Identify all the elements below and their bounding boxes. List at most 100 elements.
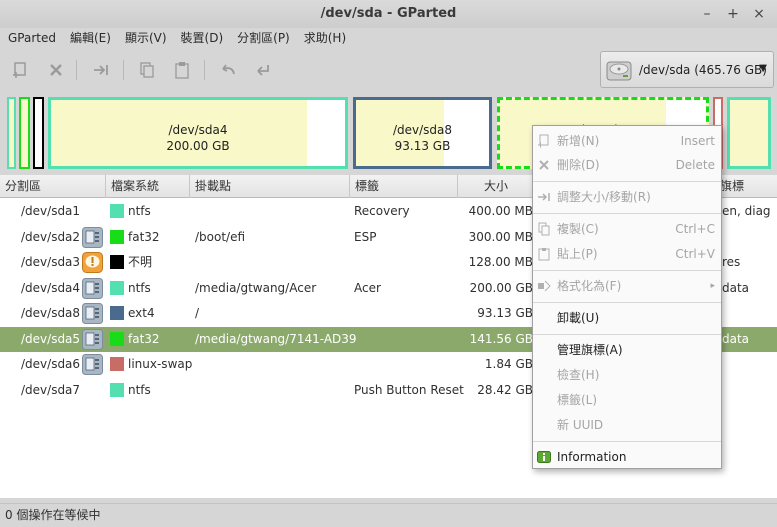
apply-icon[interactable] [251,58,275,82]
filesystem-color-swatch [110,229,124,244]
locked-partition-icon [82,277,103,299]
col-label[interactable]: 標籤 [350,175,458,198]
menu-device[interactable]: 裝置(D) [173,28,230,50]
menu-help[interactable]: 求助(H) [296,28,352,50]
format-icon [538,280,551,292]
new-icon [538,134,549,148]
menu-edit[interactable]: 編輯(E) [62,28,117,50]
partition-name: /dev/sda7 [21,382,81,397]
col-partition[interactable]: 分割區 [0,175,106,198]
chevron-down-icon: ▼ [759,63,767,74]
filesystem: ntfs [128,382,151,397]
status-bar: 0 個操作在等候中 [0,503,777,527]
partition-name: /dev/sda1 [21,204,81,218]
menu-label: 管理旗標(A) [557,343,623,357]
filesystem-color-swatch [110,306,124,320]
disk-map-sda2[interactable] [19,97,30,169]
filesystem-color-swatch [110,280,124,295]
menu-delete[interactable]: 刪除(D) Delete [533,153,721,177]
disk-map-sda3[interactable] [33,97,44,169]
partition-name: /dev/sda3 [21,255,81,269]
menu-format-as[interactable]: 格式化為(F) ▸ [533,274,721,298]
menu-copy[interactable]: 複製(C) Ctrl+C [533,217,721,241]
locked-partition-icon [82,226,103,248]
delete-icon[interactable] [44,58,68,82]
menu-label: 複製(C) [557,222,599,236]
minimize-button[interactable]: – [697,4,717,24]
partition-size: 28.42 GB [477,382,533,397]
partition-size: 400.00 MB [468,204,533,218]
close-button[interactable]: × [749,4,769,24]
filesystem: fat32 [128,229,160,244]
maximize-button[interactable]: + [723,4,743,24]
partition-name: /dev/sda6 [21,357,81,371]
partition-size: 1.84 GB [484,357,533,371]
menu-label: 調整大小/移動(R) [557,190,651,204]
menu-manage-flags[interactable]: 管理旗標(A) [533,338,721,362]
menu-label: 刪除(D) [557,158,600,172]
partition-label: Recovery [354,204,410,218]
partition-size: 200.00 GB [469,280,533,295]
paste-icon[interactable] [170,58,194,82]
locked-partition-icon [82,328,103,350]
menu-label-item[interactable]: 標籤(L) [533,388,721,412]
menu-view[interactable]: 顯示(V) [117,28,173,50]
filesystem: fat32 [128,331,160,346]
menu-unmount[interactable]: 卸載(U) [533,306,721,330]
resize-move-icon[interactable] [89,58,113,82]
new-partition-icon[interactable] [8,58,32,82]
partition-name: /dev/sda4 [21,280,81,295]
disk-map-sda8[interactable]: /dev/sda8 93.13 GB [353,97,492,169]
partition-size: 300.00 MB [468,229,533,244]
filesystem-color-swatch [110,382,124,397]
locked-partition-icon [82,354,103,375]
menu-check[interactable]: 檢查(H) [533,363,721,387]
partition-flags: res [722,255,741,269]
menu-paste[interactable]: 貼上(P) Ctrl+V [533,242,721,266]
menu-new[interactable]: 新增(N) Insert [533,129,721,153]
col-size[interactable]: 大小 [458,175,538,198]
menu-label: 新增(N) [557,134,600,148]
locked-partition-icon [82,303,103,324]
partition-label: ESP [354,229,377,244]
mount-point: /boot/efi [195,229,246,244]
mount-point: /media/gtwang/7141-AD39 [195,331,357,346]
disk-map-sda8-size: 93.13 GB [394,139,451,153]
device-selector[interactable]: /dev/sda (465.76 GB) ▼ [600,51,774,88]
mount-point: /media/gtwang/Acer [195,280,317,295]
menu-accel: Ctrl+C [675,222,715,236]
disk-map-sda4-name: /dev/sda4 [168,123,228,137]
menu-new-uuid[interactable]: 新 UUID [533,413,721,437]
menu-resize-move[interactable]: 調整大小/移動(R) [533,185,721,209]
menu-separator [533,441,721,442]
undo-icon[interactable] [216,58,240,82]
filesystem-color-swatch [110,255,124,269]
disk-map-sda4-size: 200.00 GB [166,139,230,153]
partition-size: 93.13 GB [477,306,533,320]
partition-label: Push Button Reset [354,382,464,397]
col-filesystem[interactable]: 檔案系統 [106,175,190,198]
paste-icon [538,248,550,261]
menu-label: Information [557,450,627,464]
partition-flags: en, diag [722,204,771,218]
menu-partition[interactable]: 分割區(P) [229,28,296,50]
pending-operations: 0 個操作在等候中 [5,508,101,522]
menu-label: 卸載(U) [557,311,600,325]
disk-map-sda4[interactable]: /dev/sda4 200.00 GB [48,97,348,169]
menu-gparted[interactable]: GParted [0,28,62,50]
filesystem: ext4 [128,306,155,320]
partition-name: /dev/sda8 [21,306,81,320]
filesystem: ntfs [128,204,151,218]
copy-icon [538,222,550,236]
partition-name: /dev/sda5 [21,331,81,346]
disk-map-sda7[interactable] [727,97,771,169]
partition-flags: data [722,331,750,346]
context-menu: 新增(N) Insert 刪除(D) Delete 調整大小/移動(R) 複製(… [532,125,722,469]
resize-move-icon [538,193,550,201]
disk-map-sda1[interactable] [7,97,16,169]
menu-information[interactable]: Information [533,445,721,469]
copy-icon[interactable] [135,58,159,82]
submenu-arrow-icon: ▸ [710,281,715,291]
col-mountpoint[interactable]: 掛載點 [190,175,350,198]
warning-icon [82,252,103,273]
